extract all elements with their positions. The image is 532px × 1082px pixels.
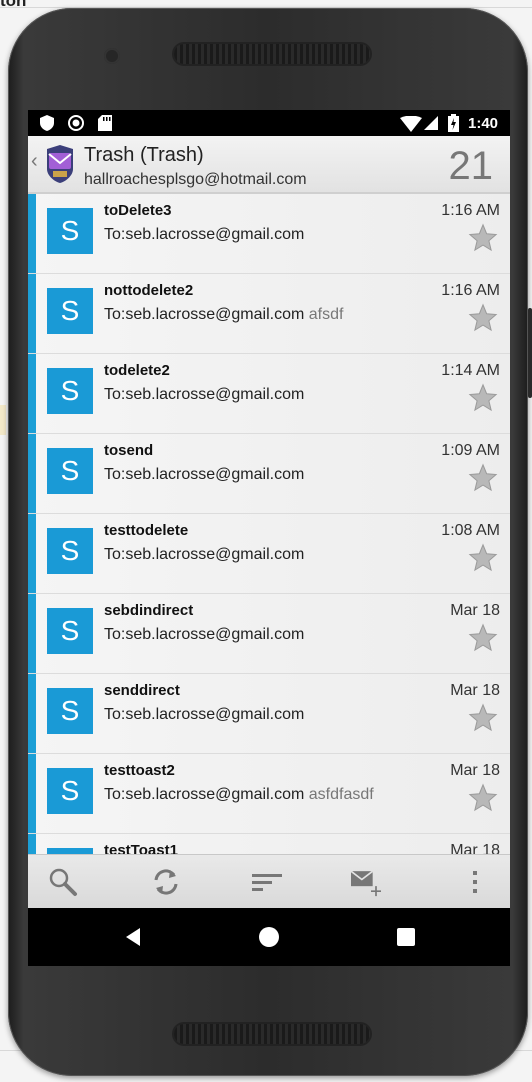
star-icon[interactable]	[468, 543, 498, 573]
email-row[interactable]: S tosend To:seb.lacrosse@gmail.com 1:09 …	[28, 434, 510, 514]
device-screen: 1:40 ‹ Trash (Trash) hallroachesplsgo@ho…	[28, 110, 510, 966]
sync-status-icon	[68, 115, 84, 131]
email-recipient: To:seb.lacrosse@gmail.com	[104, 546, 304, 564]
star-icon[interactable]	[468, 223, 498, 253]
sender-avatar: S	[47, 608, 93, 654]
power-button[interactable]	[528, 308, 532, 398]
sender-avatar: S	[47, 528, 93, 574]
sender-avatar: S	[47, 688, 93, 734]
wifi-icon	[400, 116, 422, 132]
message-count: 21	[448, 144, 494, 188]
mailbox-title: Trash (Trash)	[84, 144, 204, 166]
mailbox-header: ‹ Trash (Trash) hallroachesplsgo@hotmail…	[28, 136, 510, 194]
email-subject: testtodelete	[104, 522, 189, 539]
star-icon[interactable]	[468, 463, 498, 493]
more-options-icon[interactable]	[460, 867, 490, 897]
email-preview: asfdfasdf	[308, 786, 374, 803]
search-icon[interactable]	[48, 867, 78, 897]
email-to: To:seb.lacrosse@gmail.com	[104, 546, 305, 563]
bottom-toolbar	[28, 854, 510, 909]
bottom-speaker	[174, 1024, 370, 1044]
nav-back-icon[interactable]	[122, 926, 144, 948]
nav-home-icon[interactable]	[258, 926, 280, 948]
star-icon[interactable]	[468, 783, 498, 813]
email-subject: testToast1	[104, 842, 178, 854]
star-icon[interactable]	[468, 383, 498, 413]
nav-recents-icon[interactable]	[395, 926, 417, 948]
email-recipient: To:seb.lacrosse@gmail.com	[104, 706, 304, 724]
email-row[interactable]: S todelete2 To:seb.lacrosse@gmail.com 1:…	[28, 354, 510, 434]
email-time: 1:14 AM	[441, 362, 500, 379]
email-row[interactable]: S testtodelete To:seb.lacrosse@gmail.com…	[28, 514, 510, 594]
email-recipient: To:seb.lacrosse@gmail.com	[104, 226, 304, 244]
status-bar: 1:40	[28, 110, 510, 136]
email-to: To:seb.lacrosse@gmail.com	[104, 626, 305, 643]
sender-avatar: S	[47, 448, 93, 494]
sender-avatar: S	[47, 208, 93, 254]
compose-icon[interactable]	[351, 867, 381, 897]
email-list[interactable]: S toDelete3 To:seb.lacrosse@gmail.com 1:…	[28, 194, 510, 854]
email-subject: senddirect	[104, 682, 180, 699]
star-icon[interactable]	[468, 623, 498, 653]
email-to: To:seb.lacrosse@gmail.com	[104, 226, 305, 243]
star-icon[interactable]	[468, 303, 498, 333]
star-icon[interactable]	[468, 703, 498, 733]
email-time: 1:08 AM	[441, 522, 500, 539]
refresh-icon[interactable]	[151, 867, 181, 897]
email-time: 1:09 AM	[441, 442, 500, 459]
email-subject: todelete2	[104, 362, 170, 379]
email-row[interactable]: S toDelete3 To:seb.lacrosse@gmail.com 1:…	[28, 194, 510, 274]
email-subject: tosend	[104, 442, 154, 459]
sender-avatar: S	[47, 768, 93, 814]
email-recipient: To:seb.lacrosse@gmail.com asfdfasdf	[104, 786, 374, 804]
email-row[interactable]: S testtoast2 To:seb.lacrosse@gmail.com a…	[28, 754, 510, 834]
android-nav-bar	[28, 908, 510, 966]
email-to: To:seb.lacrosse@gmail.com	[104, 466, 305, 483]
email-to: To:seb.lacrosse@gmail.com	[104, 786, 305, 803]
email-row[interactable]: S testToast1 Mar 18	[28, 834, 510, 854]
email-recipient: To:seb.lacrosse@gmail.com	[104, 466, 304, 484]
signal-icon	[424, 116, 438, 130]
camera-icon	[104, 48, 120, 64]
sender-avatar: S	[47, 288, 93, 334]
email-preview: afsdf	[308, 306, 344, 323]
email-to: To:seb.lacrosse@gmail.com	[104, 706, 305, 723]
account-email: hallroachesplsgo@hotmail.com	[84, 171, 307, 188]
shield-icon	[40, 115, 54, 131]
back-arrow-icon[interactable]: ‹	[31, 150, 38, 173]
email-subject: sebdindirect	[104, 602, 194, 619]
email-subject: toDelete3	[104, 202, 172, 219]
email-subject: testtoast2	[104, 762, 175, 779]
sender-avatar: S	[47, 368, 93, 414]
email-time: Mar 18	[450, 842, 500, 854]
battery-icon	[448, 114, 459, 132]
email-time: 1:16 AM	[441, 202, 500, 219]
email-to: To:seb.lacrosse@gmail.com	[104, 306, 305, 323]
email-time: Mar 18	[450, 682, 500, 699]
email-time: Mar 18	[450, 602, 500, 619]
email-row[interactable]: S nottodelete2 To:seb.lacrosse@gmail.com…	[28, 274, 510, 354]
email-recipient: To:seb.lacrosse@gmail.com	[104, 626, 304, 644]
email-recipient: To:seb.lacrosse@gmail.com	[104, 386, 304, 404]
top-speaker	[174, 44, 370, 64]
sort-icon[interactable]	[252, 867, 282, 897]
status-time: 1:40	[468, 115, 499, 132]
email-recipient: To:seb.lacrosse@gmail.com afsdf	[104, 306, 343, 324]
app-logo-icon[interactable]	[43, 145, 77, 183]
email-to: To:seb.lacrosse@gmail.com	[104, 386, 305, 403]
background-strip	[0, 405, 6, 435]
email-subject: nottodelete2	[104, 282, 194, 299]
window-top-label: ton	[0, 0, 27, 10]
email-row[interactable]: S senddirect To:seb.lacrosse@gmail.com M…	[28, 674, 510, 754]
sd-card-icon	[98, 115, 112, 131]
email-time: Mar 18	[450, 762, 500, 779]
email-time: 1:16 AM	[441, 282, 500, 299]
email-row[interactable]: S sebdindirect To:seb.lacrosse@gmail.com…	[28, 594, 510, 674]
